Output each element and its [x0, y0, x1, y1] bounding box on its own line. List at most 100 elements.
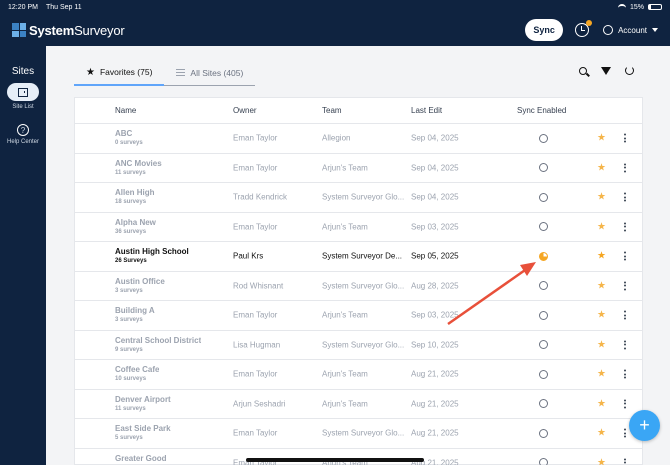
last-edit-cell: Sep 05, 2025 — [411, 251, 459, 261]
sync-toggle-radio[interactable] — [539, 458, 548, 465]
owner-cell: Arjun Seshadri — [233, 399, 286, 409]
account-menu[interactable]: Account — [603, 25, 658, 35]
add-site-button[interactable]: + — [629, 410, 660, 441]
owner-cell: Paul Krs — [233, 251, 264, 261]
sync-toggle-radio[interactable] — [539, 163, 548, 173]
owner-cell: Eman Taylor — [233, 133, 278, 143]
sync-toggle-radio[interactable] — [539, 192, 548, 202]
search-icon[interactable] — [579, 66, 587, 75]
sync-toggle-radio[interactable] — [539, 340, 548, 350]
sync-toggle-radio[interactable] — [539, 399, 548, 409]
sync-toggle-radio[interactable] — [539, 281, 548, 291]
owner-cell: Eman Taylor — [233, 163, 278, 173]
sidebar-item-help-center[interactable]: ? Help Center — [7, 116, 39, 145]
table-row[interactable]: ANC Movies 11 surveys Eman Taylor Arjun'… — [75, 154, 642, 183]
sync-toggle-radio[interactable] — [539, 428, 548, 438]
more-options-icon[interactable] — [624, 369, 626, 379]
sync-toggle-radio[interactable] — [539, 310, 548, 320]
favorite-star-icon[interactable]: ★ — [597, 280, 606, 291]
site-name: Austin High School — [115, 247, 189, 256]
sync-progress-icon[interactable] — [539, 251, 548, 261]
site-name-cell: Austin High School 26 Surveys — [115, 247, 189, 264]
column-header-name[interactable]: Name — [115, 106, 136, 115]
sites-table: Name Owner Team Last Edit Sync Enabled A… — [74, 97, 643, 465]
favorite-star-icon[interactable]: ★ — [597, 162, 606, 173]
column-header-owner[interactable]: Owner — [233, 106, 257, 115]
survey-count: 10 surveys — [115, 376, 147, 382]
team-cell: Arjun's Team — [322, 163, 368, 173]
last-edit-cell: Sep 04, 2025 — [411, 133, 459, 143]
more-options-icon[interactable] — [624, 428, 626, 438]
owner-cell: Lisa Hugman — [233, 340, 281, 350]
more-options-icon[interactable] — [624, 399, 626, 409]
tab-favorites[interactable]: ★ Favorites (75) — [74, 60, 165, 86]
last-edit-cell: Sep 03, 2025 — [411, 222, 459, 232]
sync-toggle-radio[interactable] — [539, 222, 548, 232]
favorite-star-icon[interactable]: ★ — [597, 310, 606, 321]
wifi-icon — [617, 4, 626, 10]
table-tools — [579, 66, 634, 75]
chevron-down-icon — [652, 28, 658, 32]
more-options-icon[interactable] — [624, 192, 626, 202]
refresh-icon[interactable] — [625, 66, 634, 75]
owner-cell: Rod Whisnant — [233, 281, 284, 291]
tab-all-sites[interactable]: All Sites (405) — [164, 60, 256, 86]
favorite-star-icon[interactable]: ★ — [597, 369, 606, 380]
survey-count: 5 surveys — [115, 435, 143, 441]
team-cell: System Surveyor Glo... — [322, 340, 405, 350]
team-cell: Arjun's Team — [322, 310, 368, 320]
favorite-star-icon[interactable]: ★ — [597, 428, 606, 439]
column-header-sync-enabled: Sync Enabled — [517, 106, 567, 115]
table-row[interactable]: Austin Office 3 surveys Rod Whisnant Sys… — [75, 272, 642, 301]
table-row[interactable]: Austin High School 26 Surveys Paul Krs S… — [75, 242, 642, 272]
more-options-icon[interactable] — [624, 458, 626, 465]
list-icon — [176, 69, 186, 76]
sidebar-item-label: Site List — [12, 104, 34, 110]
sync-toggle-radio[interactable] — [539, 369, 548, 379]
site-name-cell: East Side Park 5 surveys — [115, 424, 171, 441]
favorite-star-icon[interactable]: ★ — [597, 221, 606, 232]
sync-toggle-radio[interactable] — [539, 133, 548, 143]
more-options-icon[interactable] — [624, 340, 626, 350]
table-header: Name Owner Team Last Edit Sync Enabled — [75, 98, 642, 124]
table-row[interactable]: Denver Airport 11 surveys Arjun Seshadri… — [75, 390, 642, 419]
site-name-cell: ANC Movies 11 surveys — [115, 159, 162, 176]
table-row[interactable]: Alpha New 36 surveys Eman Taylor Arjun's… — [75, 213, 642, 242]
favorite-star-icon[interactable]: ★ — [597, 398, 606, 409]
column-header-team[interactable]: Team — [322, 106, 342, 115]
sync-button[interactable]: Sync — [525, 19, 564, 41]
column-header-last-edit[interactable]: Last Edit — [411, 106, 442, 115]
owner-cell: Tradd Kendrick — [233, 192, 287, 202]
last-edit-cell: Aug 21, 2025 — [411, 428, 459, 438]
favorite-star-icon[interactable]: ★ — [597, 133, 606, 144]
more-options-icon[interactable] — [624, 310, 626, 320]
home-indicator — [246, 458, 424, 462]
sidebar-item-site-list[interactable]: Site List — [7, 83, 39, 110]
table-row[interactable]: East Side Park 5 surveys Eman Taylor Sys… — [75, 419, 642, 449]
more-options-icon[interactable] — [624, 133, 626, 143]
favorite-star-icon[interactable]: ★ — [597, 251, 606, 262]
site-name: East Side Park — [115, 424, 171, 433]
survey-count: 26 Surveys — [115, 258, 147, 264]
table-row[interactable]: Coffee Cafe 10 surveys Eman Taylor Arjun… — [75, 360, 642, 390]
table-row[interactable]: Greater Good Eman Taylor Arjun's Team Au… — [75, 449, 642, 465]
more-options-icon[interactable] — [624, 222, 626, 232]
filter-icon[interactable] — [601, 66, 611, 75]
more-options-icon[interactable] — [624, 281, 626, 291]
site-name-cell: Building A 3 surveys — [115, 306, 155, 323]
more-options-icon[interactable] — [624, 163, 626, 173]
table-row[interactable]: Building A 3 surveys Eman Taylor Arjun's… — [75, 301, 642, 331]
favorite-star-icon[interactable]: ★ — [597, 192, 606, 203]
sidebar: Sites Site List ? Help Center — [0, 46, 46, 465]
help-icon: ? — [16, 124, 29, 136]
table-row[interactable]: Central School District 9 surveys Lisa H… — [75, 331, 642, 360]
survey-count: 0 surveys — [115, 140, 143, 146]
table-row[interactable]: ABC 0 surveys Eman Taylor Allegion Sep 0… — [75, 124, 642, 154]
battery-percent: 15% — [629, 3, 644, 11]
site-name: Coffee Cafe — [115, 365, 160, 374]
favorite-star-icon[interactable]: ★ — [597, 457, 606, 465]
table-row[interactable]: Allen High 18 surveys Tradd Kendrick Sys… — [75, 183, 642, 213]
sync-history-icon[interactable] — [575, 20, 593, 37]
more-options-icon[interactable] — [624, 251, 626, 261]
favorite-star-icon[interactable]: ★ — [597, 339, 606, 350]
